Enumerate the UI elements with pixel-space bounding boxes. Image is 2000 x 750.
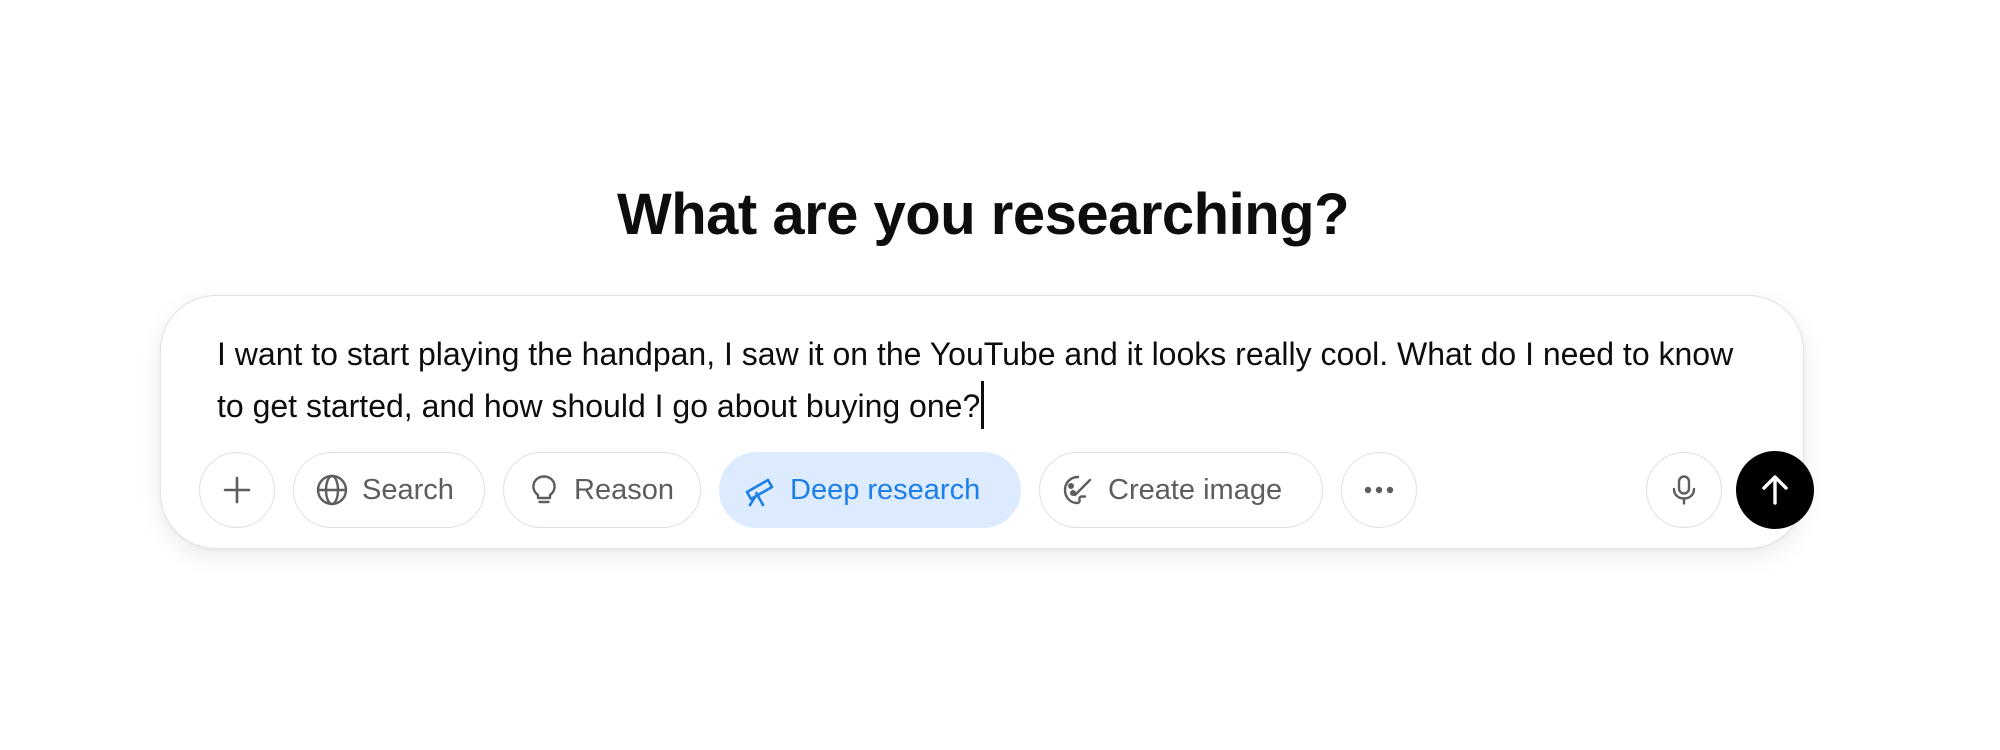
send-button[interactable] bbox=[1736, 451, 1814, 529]
prompt-input[interactable]: I want to start playing the handpan, I s… bbox=[217, 328, 1757, 432]
prompt-input-text: I want to start playing the handpan, I s… bbox=[217, 336, 1734, 424]
palette-icon bbox=[1060, 472, 1096, 508]
composer-toolbar: Search Reason Deep research Create image bbox=[199, 451, 1814, 530]
more-tools-button[interactable] bbox=[1341, 452, 1417, 528]
lightbulb-icon bbox=[526, 472, 562, 508]
prompt-composer: I want to start playing the handpan, I s… bbox=[160, 295, 1814, 549]
create-image-button-label: Create image bbox=[1108, 473, 1283, 506]
microphone-icon bbox=[1666, 472, 1702, 508]
create-image-button[interactable]: Create image bbox=[1039, 452, 1323, 528]
telescope-icon bbox=[742, 472, 778, 508]
text-caret bbox=[981, 381, 985, 429]
reason-button-label: Reason bbox=[574, 473, 674, 506]
search-button-label: Search bbox=[362, 473, 454, 506]
deep-research-button-label: Deep research bbox=[790, 473, 981, 506]
ellipsis-icon bbox=[1361, 472, 1397, 508]
dictate-button[interactable] bbox=[1646, 452, 1722, 528]
reason-button[interactable]: Reason bbox=[503, 452, 701, 528]
plus-icon bbox=[219, 472, 255, 508]
research-page: What are you researching? I want to star… bbox=[0, 0, 2000, 750]
page-title: What are you researching? bbox=[616, 182, 1350, 247]
search-button[interactable]: Search bbox=[293, 452, 485, 528]
globe-icon bbox=[314, 472, 350, 508]
arrow-up-icon bbox=[1757, 472, 1793, 508]
deep-research-button[interactable]: Deep research bbox=[719, 452, 1021, 528]
add-attachment-button[interactable] bbox=[199, 452, 275, 528]
